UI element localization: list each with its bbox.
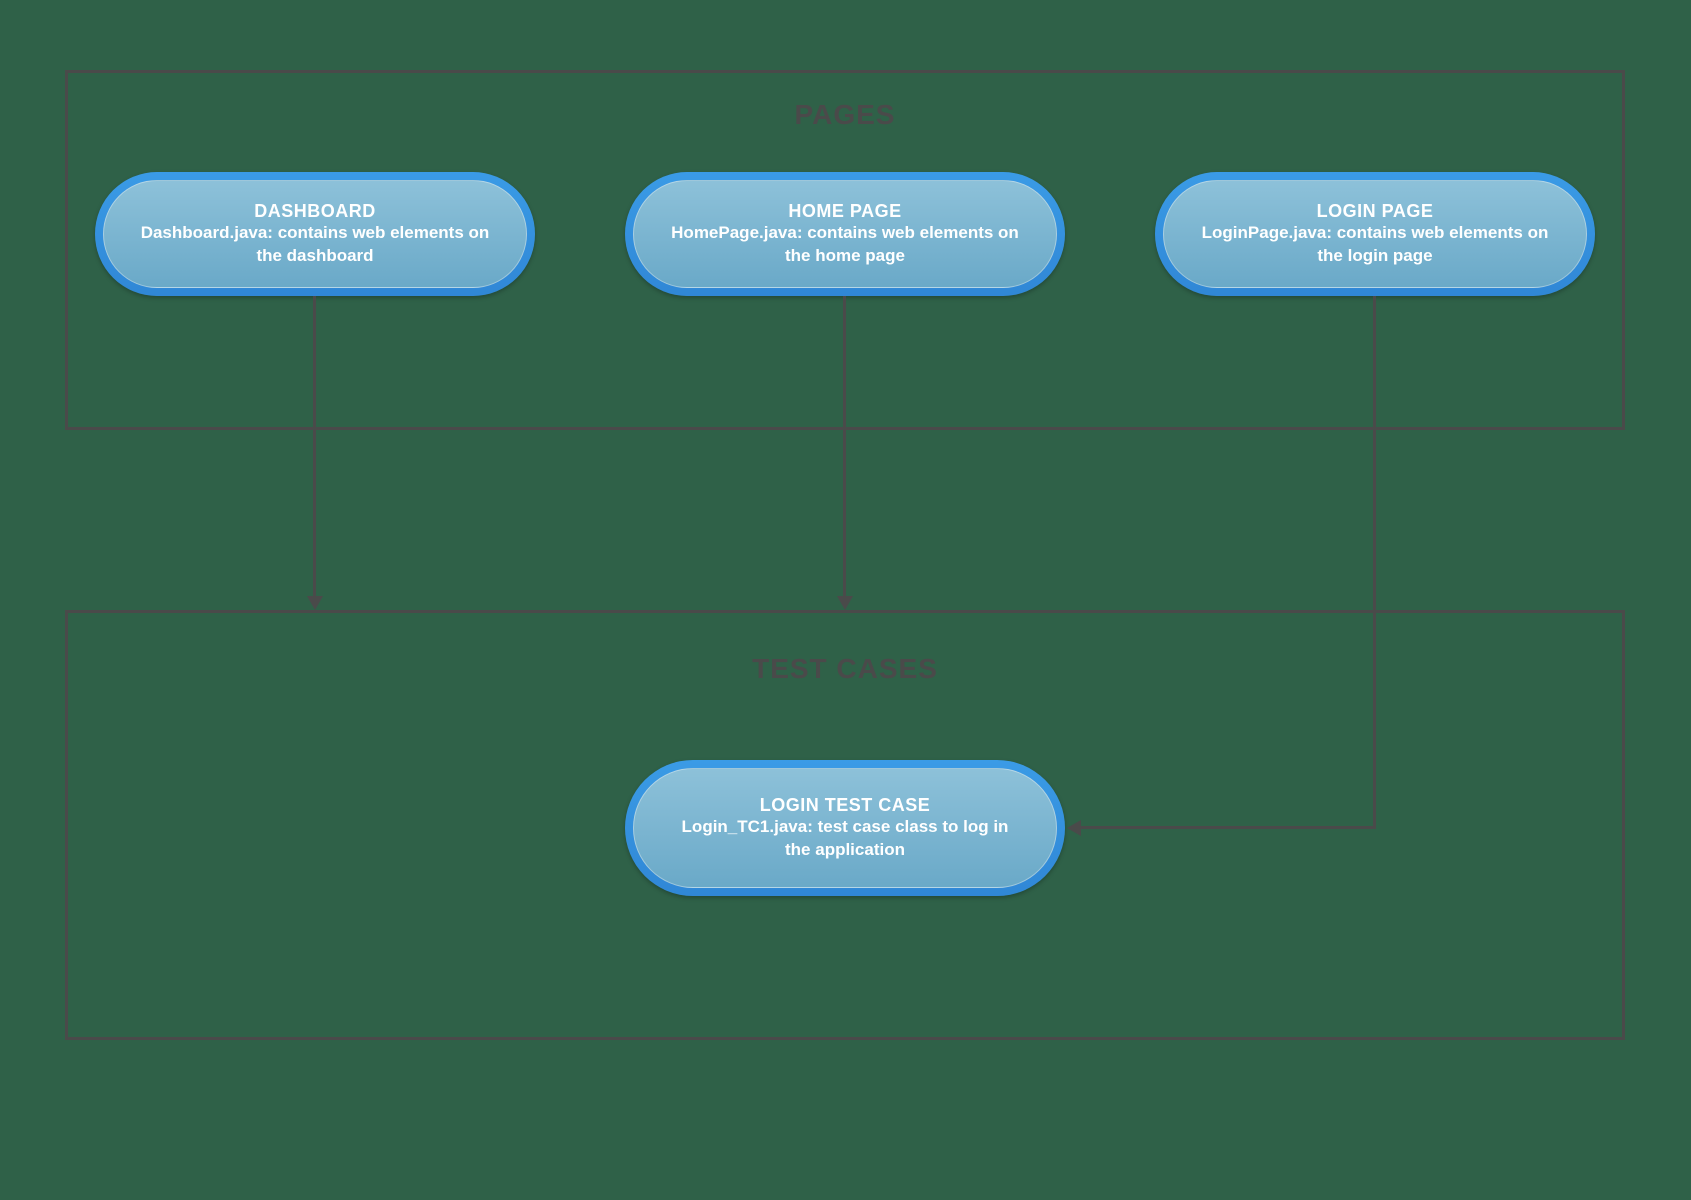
pages-group-title: PAGES [68,99,1622,131]
dashboard-title: DASHBOARD [254,201,376,222]
dashboard-node: DASHBOARD Dashboard.java: contains web e… [95,172,535,296]
loginpage-node: LOGIN PAGE LoginPage.java: contains web … [1155,172,1595,296]
arrow-dashboard-head [307,596,323,610]
arrow-loginpage-v [1373,296,1376,828]
logintest-desc: Login_TC1.java: test case class to log i… [668,816,1022,860]
testcases-group-title: TEST CASES [68,653,1622,685]
arrow-homepage-head [837,596,853,610]
arrow-homepage [843,296,846,598]
dashboard-desc: Dashboard.java: contains web elements on… [138,222,492,266]
loginpage-desc: LoginPage.java: contains web elements on… [1198,222,1552,266]
arrow-dashboard [313,296,316,598]
homepage-desc: HomePage.java: contains web elements on … [668,222,1022,266]
homepage-title: HOME PAGE [788,201,901,222]
arrow-loginpage-head [1067,820,1081,836]
diagram: PAGES DASHBOARD Dashboard.java: contains… [185,40,1505,1010]
logintest-node: LOGIN TEST CASE Login_TC1.java: test cas… [625,760,1065,896]
loginpage-title: LOGIN PAGE [1317,201,1434,222]
logintest-title: LOGIN TEST CASE [760,795,931,816]
arrow-loginpage-h [1079,826,1376,829]
homepage-node: HOME PAGE HomePage.java: contains web el… [625,172,1065,296]
